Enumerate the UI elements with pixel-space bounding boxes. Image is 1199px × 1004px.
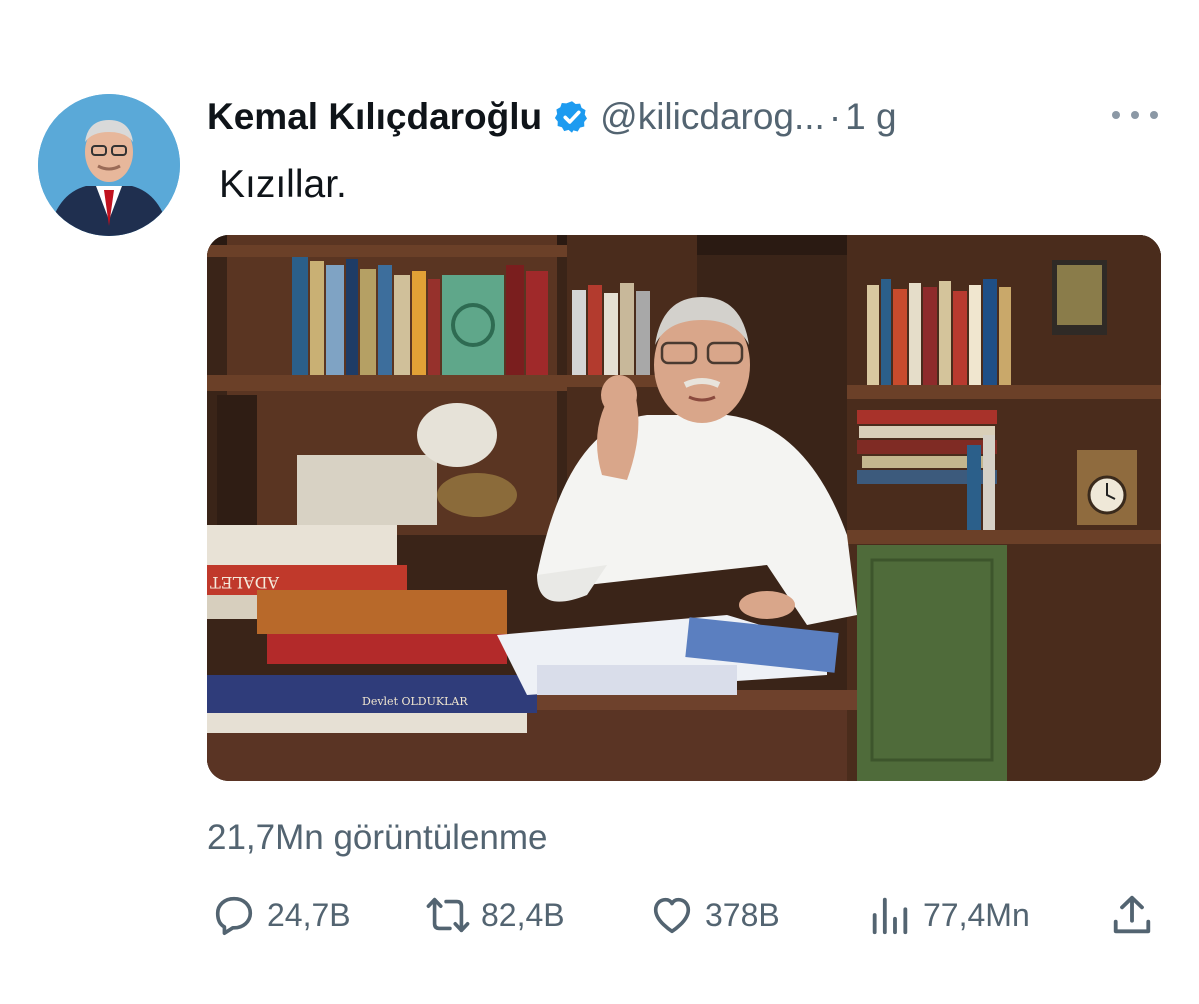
more-icon[interactable] bbox=[1112, 100, 1158, 130]
video-player[interactable]: ADALET Devlet OLDUKLAR bbox=[207, 235, 1161, 781]
tweet-text: Kızıllar. bbox=[219, 163, 347, 206]
video-frame: ADALET Devlet OLDUKLAR bbox=[207, 235, 1161, 781]
share-button[interactable] bbox=[1109, 885, 1165, 945]
tweet-header: Kemal Kılıçdaroğlu @kilicdarog... · 1 g bbox=[207, 92, 1167, 142]
like-count: 378B bbox=[705, 896, 780, 933]
views-count[interactable]: 21,7Mn görüntülenme bbox=[207, 818, 548, 858]
share-icon bbox=[1113, 895, 1151, 934]
avatar[interactable] bbox=[38, 94, 180, 236]
tweet-timestamp[interactable]: 1 g bbox=[845, 96, 896, 138]
book-spine-text: ADALET bbox=[210, 573, 280, 592]
analytics-count: 77,4Mn bbox=[923, 896, 1030, 933]
retweet-icon bbox=[426, 897, 470, 933]
separator-dot: · bbox=[828, 96, 842, 137]
like-icon bbox=[653, 897, 691, 934]
avatar-image bbox=[38, 94, 180, 236]
verified-badge-icon bbox=[555, 101, 588, 133]
action-bar: 24,7B 82,4B 378B 77,4Mn bbox=[207, 885, 1162, 945]
reply-icon bbox=[215, 896, 253, 936]
book-cover-text: Devlet OLDUKLAR bbox=[362, 695, 468, 708]
like-button[interactable]: 378B bbox=[649, 885, 780, 945]
analytics-icon bbox=[872, 897, 908, 935]
author-handle[interactable]: @kilicdarog... bbox=[600, 96, 825, 138]
retweet-button[interactable]: 82,4B bbox=[425, 885, 565, 945]
retweet-count: 82,4B bbox=[481, 896, 565, 933]
reply-count: 24,7B bbox=[267, 896, 351, 933]
analytics-button[interactable]: 77,4Mn bbox=[867, 885, 1030, 945]
reply-button[interactable]: 24,7B bbox=[211, 885, 351, 945]
author-name[interactable]: Kemal Kılıçdaroğlu bbox=[207, 96, 542, 138]
